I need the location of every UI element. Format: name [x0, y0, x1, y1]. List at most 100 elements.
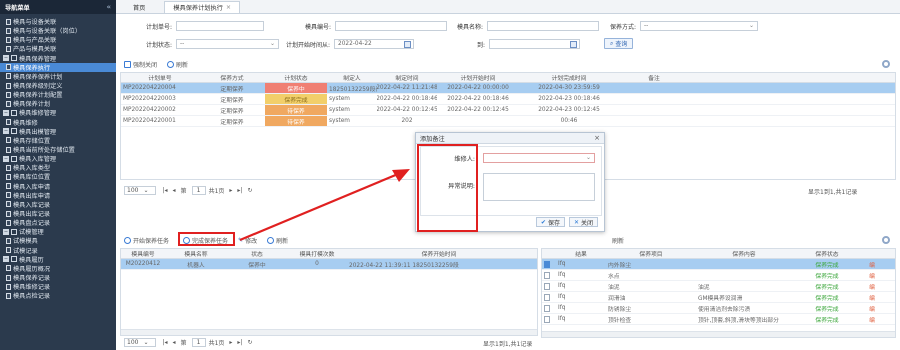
tab-maintenance-plan[interactable]: 模具保养计划执行 × — [164, 1, 241, 13]
column-header[interactable]: 结果 — [556, 249, 606, 258]
collapse-toggle-icon[interactable]: − — [3, 155, 9, 162]
sidebar-item[interactable]: 模具与产品关联 — [0, 35, 116, 44]
column-header[interactable]: 计划完成时间 — [519, 73, 619, 82]
table-row[interactable]: MP202204220001 定期保养 待保养 system 202 00:46 — [121, 116, 895, 127]
column-header[interactable]: 计划开始时间 — [437, 73, 519, 82]
edit-button[interactable]: ✎ 修改 — [238, 236, 257, 245]
table-cell[interactable]: 编 — [862, 270, 882, 280]
close-icon[interactable]: × — [226, 4, 231, 11]
column-header[interactable]: 状态 — [227, 249, 287, 258]
sidebar-item[interactable]: 模具入库记录 — [0, 200, 116, 209]
calendar-icon[interactable] — [570, 41, 578, 48]
method-select[interactable]: -- ⌄ — [640, 21, 759, 31]
start-time-input[interactable]: 2022-04-22 — [334, 39, 415, 49]
row-checkbox[interactable] — [544, 304, 550, 312]
column-header[interactable]: 备注 — [619, 73, 689, 82]
row-checkbox[interactable] — [544, 315, 550, 323]
remark-textarea[interactable] — [483, 173, 595, 201]
sidebar-item[interactable]: 产品与模具关联 — [0, 44, 116, 53]
table-cell[interactable]: 编 — [862, 314, 882, 324]
sidebar-item[interactable]: 模具维修记录 — [0, 282, 116, 291]
table-row[interactable]: Ifq 防锈除尘 使用清洁剂去除污渍 保养完成 编 — [542, 303, 895, 314]
table-cell[interactable]: 编 — [862, 259, 882, 269]
sidebar-item[interactable]: 模具保养计划配置 — [0, 90, 116, 99]
sidebar-item[interactable]: 模具保养计划 — [0, 99, 116, 108]
table-row[interactable]: Ifq 水点 保养完成 编 — [542, 270, 895, 281]
sidebar-item[interactable]: 模具存储位置 — [0, 136, 116, 145]
collapse-toggle-icon[interactable]: − — [3, 109, 9, 116]
table-cell[interactable]: 编 — [862, 292, 882, 302]
sidebar-item[interactable]: 模具点检记录 — [0, 291, 116, 300]
table-row[interactable]: Ifq 润滑油 GM模具养设润滑 保养完成 编 — [542, 292, 895, 303]
column-header[interactable]: 制定人 — [327, 73, 377, 82]
page-size-select[interactable]: 100 ⌄ — [124, 186, 157, 195]
table-cell[interactable]: 编 — [862, 281, 882, 291]
start-task-button[interactable]: 开始保养任务 — [124, 236, 169, 245]
refresh-button[interactable]: 刷新 — [267, 236, 288, 245]
row-checkbox[interactable] — [544, 282, 550, 290]
column-header[interactable]: 制定时间 — [377, 73, 437, 82]
sidebar-item[interactable]: 模具保养记录 — [0, 273, 116, 282]
close-icon[interactable]: × — [594, 134, 600, 142]
finish-task-button[interactable]: 完成保养任务 — [183, 236, 228, 245]
next-page-icon[interactable]: ▸ — [229, 339, 232, 346]
sidebar-item[interactable]: 模具当前所处存储位置 — [0, 145, 116, 154]
horizontal-scrollbar[interactable] — [542, 331, 895, 337]
mold-no-input[interactable] — [335, 21, 448, 31]
end-time-input[interactable] — [489, 39, 581, 49]
column-header[interactable]: 保养项目 — [606, 249, 696, 258]
sidebar-item[interactable]: − 模具维修管理 — [0, 108, 116, 117]
first-page-icon[interactable]: |◂ — [162, 187, 167, 194]
item-refresh-button[interactable]: 刷新 — [612, 236, 624, 245]
sidebar-item[interactable]: − 试模管理 — [0, 227, 116, 236]
collapse-toggle-icon[interactable]: − — [3, 128, 9, 135]
column-header[interactable]: 模具名称 — [165, 249, 227, 258]
force-close-button[interactable]: 强制关闭 — [124, 60, 157, 69]
tab-home[interactable]: 首页 — [124, 1, 154, 13]
page-number-input[interactable]: 1 — [191, 186, 206, 195]
save-button[interactable]: ✔ 保存 — [535, 217, 565, 227]
collapse-icon[interactable]: « — [106, 3, 111, 11]
sidebar-item[interactable]: 模具维修 — [0, 118, 116, 127]
column-header[interactable]: 计划单号 — [121, 73, 199, 82]
collapse-toggle-icon[interactable]: − — [3, 55, 9, 62]
horizontal-scrollbar[interactable] — [121, 329, 537, 335]
column-header[interactable]: 模具编号 — [121, 249, 165, 258]
column-header[interactable]: 保养开始时间 — [347, 249, 531, 258]
status-select[interactable]: -- ⌄ — [176, 39, 280, 49]
table-row[interactable]: MP202204220003 定期保养 保养完成 system 2022-04-22 0… — [121, 94, 895, 105]
sidebar-item[interactable]: 试模模具 — [0, 236, 116, 245]
sidebar-item[interactable]: 模具保养执行 — [0, 62, 116, 72]
last-page-icon[interactable]: ▸| — [237, 187, 242, 194]
sidebar-item[interactable]: 模具履历概况 — [0, 264, 116, 273]
gear-icon[interactable] — [882, 236, 890, 244]
column-header[interactable]: 计划状态 — [265, 73, 327, 82]
sidebar-item[interactable]: 模具保养级别定义 — [0, 81, 116, 90]
prev-page-icon[interactable]: ◂ — [173, 339, 176, 346]
column-header[interactable] — [542, 249, 556, 258]
table-row[interactable]: Ifq 内外除尘 保养完成 编 — [542, 259, 895, 270]
sidebar-item[interactable]: − 模具入库管理 — [0, 154, 116, 163]
column-header[interactable]: 模具打模次数 — [287, 249, 347, 258]
sidebar-item[interactable]: 试模记录 — [0, 246, 116, 255]
sidebar-item[interactable]: 模具保养保养计划 — [0, 72, 116, 81]
query-button[interactable]: ⌕ 查询 — [604, 38, 634, 49]
refresh-icon[interactable]: ↻ — [247, 187, 252, 194]
sidebar-item[interactable]: 模具与设备关联 — [0, 17, 116, 26]
handler-select[interactable]: ⌄ — [483, 153, 595, 163]
plan-no-input[interactable] — [176, 21, 265, 31]
close-button[interactable]: ✕ 关闭 — [568, 217, 598, 227]
sidebar-item[interactable]: 模具库位位置 — [0, 172, 116, 181]
column-header[interactable] — [862, 249, 882, 258]
sidebar-item[interactable]: 模具出库申请 — [0, 191, 116, 200]
collapse-toggle-icon[interactable]: − — [3, 256, 9, 263]
sidebar-item[interactable]: 模具出库记录 — [0, 209, 116, 218]
page-size-select[interactable]: 100 ⌄ — [124, 338, 157, 347]
refresh-icon[interactable]: ↻ — [247, 339, 252, 346]
table-row[interactable]: MP202204220002 定期保养 待保养 system 2022-04-22 00… — [121, 105, 895, 116]
table-cell[interactable]: 编 — [862, 303, 882, 313]
prev-page-icon[interactable]: ◂ — [173, 187, 176, 194]
sidebar-item[interactable]: 模具盘点记录 — [0, 218, 116, 227]
row-checkbox[interactable] — [544, 293, 550, 301]
sidebar-item[interactable]: − 模具出模管理 — [0, 127, 116, 136]
